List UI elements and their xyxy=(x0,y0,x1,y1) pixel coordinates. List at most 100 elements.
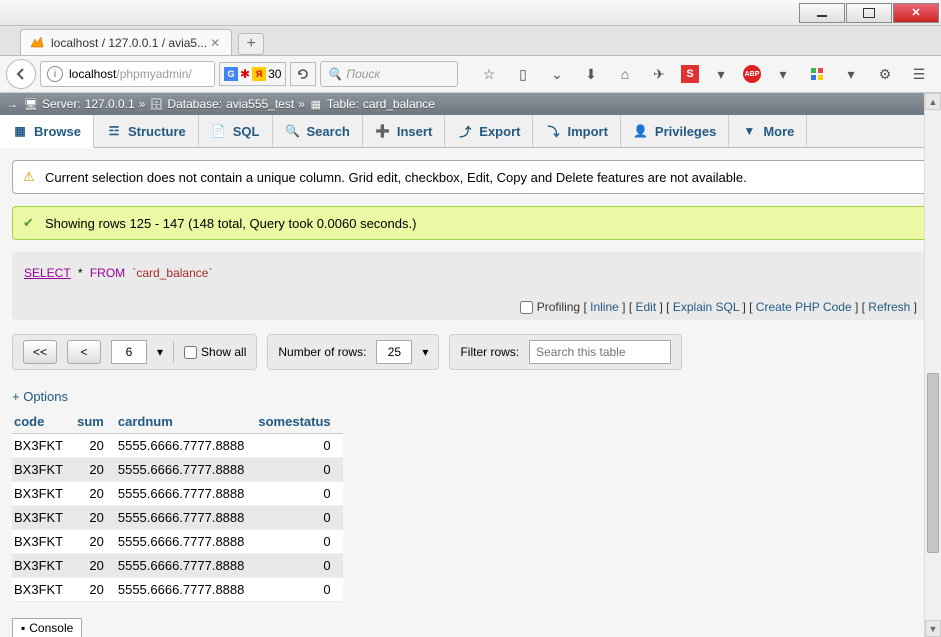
edit-link[interactable]: Edit xyxy=(635,300,656,314)
crumb-table-value[interactable]: card_balance xyxy=(363,97,435,111)
tab-phpmyadmin[interactable]: localhost / 127.0.0.1 / avia5... ✕ xyxy=(20,29,232,55)
tab-search[interactable]: 🔍Search xyxy=(273,115,363,147)
tab-close-icon[interactable]: ✕ xyxy=(207,35,223,51)
cell-sum: 20 xyxy=(75,530,116,554)
tab-privileges[interactable]: 👤Privileges xyxy=(621,115,729,147)
dropdown-2-icon[interactable]: ▾ xyxy=(771,62,795,86)
show-all-checkbox[interactable] xyxy=(184,346,197,359)
col-cardnum[interactable]: cardnum xyxy=(116,410,257,434)
tab-sql[interactable]: 📄SQL xyxy=(199,115,273,147)
site-info-icon[interactable]: i xyxy=(47,66,63,82)
google-icon: G xyxy=(224,67,238,81)
create-php-link[interactable]: Create PHP Code xyxy=(756,300,852,314)
yandex-widget[interactable]: G ✱ Я 30 xyxy=(219,62,286,86)
window-buttons xyxy=(798,3,939,23)
rows-dropdown-icon[interactable]: ▾ xyxy=(422,345,428,359)
hamburger-menu-icon[interactable]: ☰ xyxy=(907,62,931,86)
bookmark-star-icon[interactable]: ☆ xyxy=(477,62,501,86)
table-row[interactable]: BX3FKT205555.6666.7777.88880 xyxy=(12,554,343,578)
table-row[interactable]: BX3FKT205555.6666.7777.88880 xyxy=(12,434,343,458)
scroll-up-button[interactable]: ▲ xyxy=(925,93,941,110)
tab-more[interactable]: ▼More xyxy=(729,115,807,147)
page-dropdown-icon[interactable]: ▾ xyxy=(157,345,163,359)
tab-browse[interactable]: ▦Browse xyxy=(0,115,94,148)
col-somestatus[interactable]: somestatus xyxy=(256,410,342,434)
nav-collapse-icon[interactable]: → xyxy=(4,96,20,112)
import-icon: ⤵ xyxy=(545,123,561,139)
cell-sum: 20 xyxy=(75,434,116,458)
refresh-link[interactable]: Refresh xyxy=(868,300,910,314)
col-code[interactable]: code xyxy=(12,410,75,434)
sidebar-icon[interactable]: ▯ xyxy=(511,62,535,86)
cell-sum: 20 xyxy=(75,482,116,506)
inline-link[interactable]: Inline xyxy=(590,300,619,314)
dropdown-3-icon[interactable]: ▾ xyxy=(839,62,863,86)
tab-insert-label: Insert xyxy=(397,124,432,139)
gear-icon[interactable]: ⚙ xyxy=(873,62,897,86)
table-row[interactable]: BX3FKT205555.6666.7777.88880 xyxy=(12,578,343,602)
search-magnifier-icon: 🔍 xyxy=(327,67,342,81)
new-tab-button[interactable]: + xyxy=(238,33,264,55)
crumb-db-value[interactable]: avia555_test xyxy=(226,97,294,111)
table-row[interactable]: BX3FKT205555.6666.7777.88880 xyxy=(12,506,343,530)
show-all-group: Show all xyxy=(184,345,246,359)
send-icon[interactable]: ✈ xyxy=(647,62,671,86)
num-rows-input[interactable] xyxy=(376,340,412,364)
extension-flag-icon[interactable] xyxy=(805,62,829,86)
check-icon: ✔ xyxy=(23,215,39,231)
browser-toolbar: i localhost/phpmyadmin/ G ✱ Я 30 🔍 Поиск… xyxy=(0,56,941,93)
table-row[interactable]: BX3FKT205555.6666.7777.88880 xyxy=(12,458,343,482)
cell-cardnum: 5555.6666.7777.8888 xyxy=(116,506,257,530)
structure-icon: ☲ xyxy=(106,123,122,139)
filter-input[interactable] xyxy=(529,340,671,364)
insert-icon: ➕ xyxy=(375,123,391,139)
crumb-sep-2: » xyxy=(298,97,305,111)
table-row[interactable]: BX3FKT205555.6666.7777.88880 xyxy=(12,482,343,506)
adblock-icon[interactable]: ABP xyxy=(743,65,761,83)
search-box[interactable]: 🔍 Поиск xyxy=(320,61,458,87)
crumb-server-value[interactable]: 127.0.0.1 xyxy=(85,97,135,111)
cell-code: BX3FKT xyxy=(12,458,75,482)
prev-page-button[interactable]: < xyxy=(67,340,101,364)
cell-cardnum: 5555.6666.7777.8888 xyxy=(116,554,257,578)
profiling-checkbox[interactable] xyxy=(520,301,533,314)
tab-insert[interactable]: ➕ Insert xyxy=(363,115,445,147)
download-icon[interactable]: ⬇ xyxy=(579,62,603,86)
pager-separator xyxy=(173,341,174,363)
search-placeholder: Поиск xyxy=(346,67,380,81)
dropdown-icon[interactable]: ▾ xyxy=(709,62,733,86)
options-link[interactable]: + Options xyxy=(12,389,68,404)
vertical-scrollbar[interactable]: ▲ ▼ xyxy=(924,93,941,637)
tab-export[interactable]: ⤴Export xyxy=(445,115,533,147)
first-page-button[interactable]: << xyxy=(23,340,57,364)
warning-text: Current selection does not contain a uni… xyxy=(45,170,747,185)
cell-cardnum: 5555.6666.7777.8888 xyxy=(116,578,257,602)
minimize-button[interactable] xyxy=(799,3,845,23)
cell-cardnum: 5555.6666.7777.8888 xyxy=(116,530,257,554)
back-button[interactable] xyxy=(6,59,36,89)
home-icon[interactable]: ⌂ xyxy=(613,62,637,86)
console-toggle[interactable]: ▪ Console xyxy=(12,618,82,637)
scroll-down-button[interactable]: ▼ xyxy=(925,620,941,637)
col-sum[interactable]: sum xyxy=(75,410,116,434)
explain-link[interactable]: Explain SQL xyxy=(673,300,739,314)
table-row[interactable]: BX3FKT205555.6666.7777.88880 xyxy=(12,530,343,554)
tab-structure[interactable]: ☲Structure xyxy=(94,115,199,147)
pager-filter-box: Filter rows: xyxy=(449,334,682,370)
cell-somestatus: 0 xyxy=(256,434,342,458)
more-icon: ▼ xyxy=(741,123,757,139)
scroll-thumb[interactable] xyxy=(927,373,939,553)
sql-links: Profiling [ Inline ] [ Edit ] [ Explain … xyxy=(24,300,917,314)
tab-sql-label: SQL xyxy=(233,124,260,139)
tab-import[interactable]: ⤵Import xyxy=(533,115,620,147)
url-bar[interactable]: i localhost/phpmyadmin/ xyxy=(40,61,215,87)
cell-somestatus: 0 xyxy=(256,458,342,482)
export-icon: ⤴ xyxy=(457,123,473,139)
close-window-button[interactable] xyxy=(893,3,939,23)
maximize-button[interactable] xyxy=(846,3,892,23)
s-extension-icon[interactable]: S xyxy=(681,65,699,83)
page-number-input[interactable] xyxy=(111,340,147,364)
console-icon: ▪ xyxy=(21,621,25,635)
reload-button[interactable] xyxy=(290,62,316,86)
pocket-icon[interactable]: ⌄ xyxy=(545,62,569,86)
